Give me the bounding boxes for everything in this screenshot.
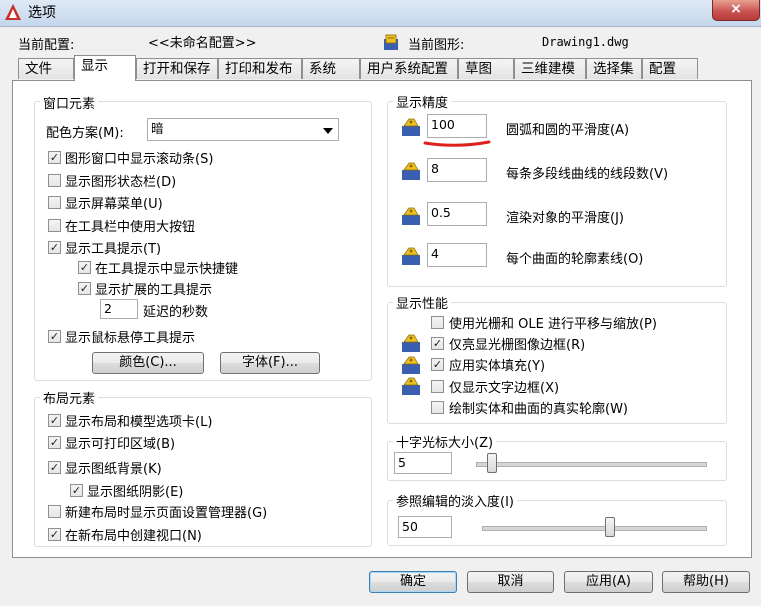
- current-profile-label: 当前配置:: [18, 38, 75, 53]
- checkbox-page-setup-manager[interactable]: [48, 505, 61, 518]
- checkbox-highlight-raster-frame[interactable]: ✓: [431, 337, 444, 350]
- checkbox-paper-background[interactable]: ✓: [48, 461, 61, 474]
- create-viewport-label: 在新布局中创建视口(N): [65, 529, 202, 544]
- color-scheme-value: 暗: [151, 121, 164, 136]
- tab-user-preferences[interactable]: 用户系统配置: [360, 58, 458, 79]
- checkbox-solid-fill[interactable]: ✓: [431, 358, 444, 371]
- tooltip-delay-input[interactable]: 2: [100, 299, 138, 319]
- arc-smoothness-label: 圆弧和圆的平滑度(A): [506, 123, 630, 138]
- drawing-saved-icon: [402, 162, 420, 180]
- xref-fade-title: 参照编辑的淡入度(I): [393, 491, 517, 510]
- true-silhouettes-label: 绘制实体和曲面的真实轮廓(W): [449, 402, 628, 417]
- crosshair-size-input[interactable]: 5: [394, 452, 452, 474]
- chevron-down-icon[interactable]: [323, 128, 333, 134]
- rollover-tooltips-label: 显示鼠标悬停工具提示: [65, 331, 196, 346]
- window-elements-title: 窗口元素: [40, 93, 99, 112]
- checkbox-create-viewport[interactable]: ✓: [48, 528, 61, 541]
- crosshair-size-slider-thumb[interactable]: [487, 453, 498, 473]
- page-setup-manager-label: 新建布局时显示页面设置管理器(G): [65, 506, 268, 521]
- ok-button[interactable]: 确定: [369, 571, 457, 593]
- crosshair-size-slider-track[interactable]: [476, 462, 707, 467]
- drawing-saved-icon: [402, 334, 420, 352]
- rendered-smoothness-label: 渲染对象的平滑度(J): [506, 211, 624, 226]
- checkbox-extended-tooltips[interactable]: ✓: [78, 282, 91, 295]
- layout-tabs-label: 显示布局和模型选项卡(L): [65, 415, 213, 430]
- window-title: 选项: [28, 5, 56, 21]
- tooltip-delay-label: 延迟的秒数: [143, 305, 209, 320]
- text-frame-only-label: 仅显示文字边框(X): [449, 381, 560, 396]
- tab-profiles[interactable]: 配置: [642, 58, 698, 79]
- arc-smoothness-input[interactable]: 100: [427, 114, 487, 138]
- color-scheme-select[interactable]: 暗: [147, 118, 339, 141]
- tab-system[interactable]: 系统: [302, 58, 360, 79]
- checkbox-show-tooltips[interactable]: ✓: [48, 241, 61, 254]
- checkbox-layout-tabs[interactable]: ✓: [48, 414, 61, 427]
- current-drawing-label: 当前图形:: [408, 38, 465, 53]
- tab-selection[interactable]: 选择集: [586, 58, 642, 79]
- apply-button[interactable]: 应用(A): [564, 571, 653, 593]
- rendered-smoothness-input[interactable]: 0.5: [427, 202, 487, 226]
- tab-open-save[interactable]: 打开和保存: [136, 58, 218, 79]
- tab-drafting[interactable]: 草图: [458, 58, 514, 79]
- xref-fade-slider-thumb[interactable]: [604, 517, 615, 537]
- tab-plot-publish[interactable]: 打印和发布: [218, 58, 302, 79]
- large-buttons-label: 在工具栏中使用大按钮: [65, 220, 196, 235]
- extended-tooltips-label: 显示扩展的工具提示: [95, 283, 213, 298]
- checkbox-show-shortcut-keys[interactable]: ✓: [78, 261, 91, 274]
- drawing-saved-icon: [402, 377, 420, 395]
- contour-lines-input[interactable]: 4: [427, 243, 487, 267]
- printable-area-label: 显示可打印区域(B): [65, 437, 176, 452]
- colors-button[interactable]: 颜色(C)...: [92, 352, 204, 374]
- xref-fade-slider-track[interactable]: [482, 526, 707, 531]
- paper-background-label: 显示图纸背景(K): [65, 462, 162, 477]
- highlight-raster-frame-label: 仅亮显光栅图像边框(R): [449, 338, 586, 353]
- checkbox-printable-area[interactable]: ✓: [48, 436, 61, 449]
- solid-fill-label: 应用实体填充(Y): [449, 359, 546, 374]
- red-underline-annotation: [423, 140, 491, 147]
- checkbox-true-silhouettes[interactable]: [431, 401, 444, 414]
- checkbox-large-buttons[interactable]: [48, 219, 61, 232]
- current-drawing-value: Drawing1.dwg: [542, 35, 629, 49]
- display-resolution-title: 显示精度: [393, 92, 452, 111]
- display-performance-title: 显示性能: [393, 293, 452, 312]
- tab-files[interactable]: 文件: [18, 58, 74, 79]
- show-screen-menu-label: 显示屏幕菜单(U): [65, 197, 163, 212]
- checkbox-show-status-bar[interactable]: [48, 174, 61, 187]
- color-scheme-label: 配色方案(M):: [46, 126, 124, 141]
- checkbox-text-frame-only[interactable]: [431, 380, 444, 393]
- contour-lines-label: 每个曲面的轮廓素线(O): [506, 252, 644, 267]
- show-status-bar-label: 显示图形状态栏(D): [65, 175, 177, 190]
- checkbox-pan-zoom-raster[interactable]: [431, 316, 444, 329]
- drawing-saved-icon: [402, 207, 420, 225]
- checkbox-rollover-tooltips[interactable]: ✓: [48, 330, 61, 343]
- layout-elements-title: 布局元素: [40, 388, 99, 407]
- autocad-app-icon: [5, 4, 21, 20]
- show-shortcut-keys-label: 在工具提示中显示快捷键: [95, 262, 239, 277]
- polyline-segments-input[interactable]: 8: [427, 158, 487, 182]
- show-scrollbars-label: 图形窗口中显示滚动条(S): [65, 152, 214, 167]
- checkbox-show-screen-menu[interactable]: [48, 196, 61, 209]
- paper-shadow-label: 显示图纸阴影(E): [87, 485, 184, 500]
- checkbox-show-scrollbars[interactable]: ✓: [48, 151, 61, 164]
- current-profile-value: <<未命名配置>>: [148, 36, 257, 51]
- tab-display[interactable]: 显示: [74, 55, 136, 81]
- crosshair-size-title: 十字光标大小(Z): [393, 432, 497, 451]
- close-button[interactable]: ×: [712, 0, 760, 21]
- drawing-saved-icon: [402, 356, 420, 374]
- xref-fade-input[interactable]: 50: [398, 516, 452, 538]
- checkbox-paper-shadow[interactable]: ✓: [70, 484, 83, 497]
- drawing-file-icon: [384, 34, 398, 50]
- polyline-segments-label: 每条多段线曲线的线段数(V): [506, 167, 669, 182]
- pan-zoom-raster-label: 使用光栅和 OLE 进行平移与缩放(P): [449, 317, 657, 332]
- drawing-saved-icon: [402, 118, 420, 136]
- fonts-button[interactable]: 字体(F)...: [220, 352, 320, 374]
- cancel-button[interactable]: 取消: [467, 571, 554, 593]
- drawing-saved-icon: [402, 247, 420, 265]
- title-bar: [0, 0, 761, 27]
- show-tooltips-label: 显示工具提示(T): [65, 242, 162, 257]
- help-button[interactable]: 帮助(H): [662, 571, 750, 593]
- tab-3d-modeling[interactable]: 三维建模: [514, 58, 586, 79]
